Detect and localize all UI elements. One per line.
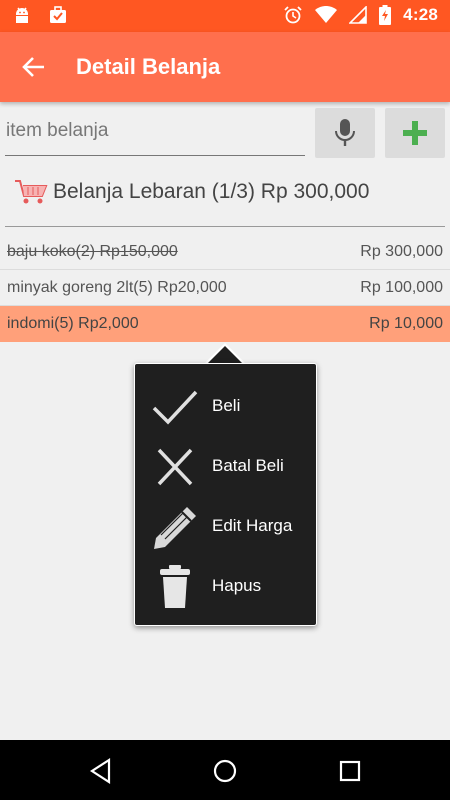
header-divider — [5, 226, 445, 227]
item-list: baju koko(2) Rp150,000 Rp 300,000 minyak… — [0, 234, 450, 342]
wifi-icon — [315, 6, 338, 23]
menu-item-label: Hapus — [212, 576, 262, 595]
add-item-button[interactable] — [385, 108, 445, 158]
pencil-icon — [154, 507, 196, 549]
home-circle-icon[interactable] — [212, 758, 238, 784]
microphone-icon — [335, 119, 355, 146]
context-menu: Beli Batal Beli Edit Harga Hapus — [134, 363, 317, 626]
list-item[interactable]: baju koko(2) Rp150,000 Rp 300,000 — [0, 234, 450, 270]
app-bar: Detail Belanja — [0, 32, 450, 102]
status-time: 4:28 — [403, 5, 438, 24]
briefcase-check-icon — [50, 6, 66, 23]
item-total: Rp 300,000 — [360, 243, 443, 260]
menu-item-hapus[interactable]: Hapus — [135, 556, 318, 616]
close-icon — [157, 448, 193, 486]
menu-item-batal-beli[interactable]: Batal Beli — [135, 436, 318, 496]
navigation-bar — [0, 740, 450, 800]
status-bar: 4:28 — [0, 0, 450, 32]
item-total: Rp 100,000 — [360, 279, 443, 296]
list-item[interactable]: minyak goreng 2lt(5) Rp20,000 Rp 100,000 — [0, 270, 450, 306]
item-name: indomi(5) Rp2,000 — [7, 315, 139, 332]
back-triangle-icon[interactable] — [88, 758, 114, 784]
shopping-cart-icon — [15, 180, 48, 204]
alarm-icon — [284, 6, 302, 24]
check-icon — [152, 390, 198, 425]
list-header: Belanja Lebaran (1/3) Rp 300,000 — [0, 170, 450, 214]
battery-charging-icon — [379, 5, 392, 25]
menu-item-edit-harga[interactable]: Edit Harga — [135, 496, 318, 556]
arrow-left-icon[interactable] — [20, 53, 48, 81]
item-name: minyak goreng 2lt(5) Rp20,000 — [7, 279, 227, 296]
recents-square-icon[interactable] — [337, 758, 363, 784]
plus-icon — [403, 121, 427, 145]
item-total: Rp 10,000 — [369, 315, 443, 332]
menu-item-label: Batal Beli — [212, 456, 284, 475]
list-summary: Belanja Lebaran (1/3) Rp 300,000 — [53, 180, 370, 203]
menu-item-label: Beli — [212, 396, 241, 415]
list-item-selected[interactable]: indomi(5) Rp2,000 Rp 10,000 — [0, 306, 450, 342]
android-icon — [16, 7, 28, 23]
item-name: baju koko(2) Rp150,000 — [7, 243, 178, 260]
menu-item-beli[interactable]: Beli — [135, 376, 318, 436]
menu-item-label: Edit Harga — [212, 516, 293, 535]
menu-pointer — [207, 346, 243, 364]
trash-icon — [160, 565, 190, 608]
input-row — [0, 104, 450, 162]
item-input[interactable] — [5, 106, 305, 156]
page-title: Detail Belanja — [76, 54, 221, 79]
signal-icon — [349, 6, 367, 24]
mic-button[interactable] — [315, 108, 375, 158]
